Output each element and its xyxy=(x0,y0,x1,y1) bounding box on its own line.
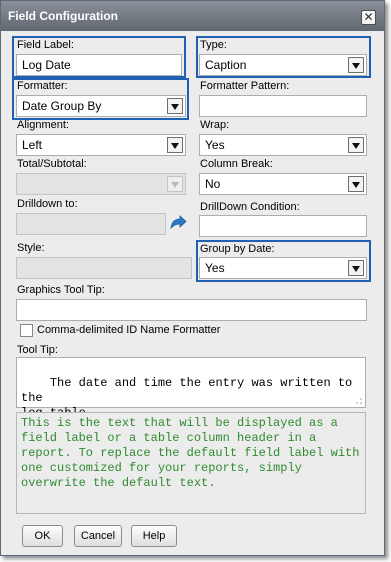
group-by-date-value: Yes xyxy=(205,261,225,275)
field-description-text: This is the text that will be displayed … xyxy=(16,412,366,514)
cancel-button[interactable]: Cancel xyxy=(74,525,122,547)
tooltip-textarea[interactable]: The date and time the entry was written … xyxy=(16,357,366,420)
graphics-tooltip-label: Graphics Tool Tip: xyxy=(17,284,105,296)
type-select[interactable]: Caption xyxy=(199,54,367,76)
formatter-select[interactable]: Date Group By xyxy=(16,95,186,117)
drilldown-arrow-icon[interactable] xyxy=(169,214,187,230)
close-icon: ✕ xyxy=(363,10,374,24)
field-configuration-dialog: Field Configuration ✕ Field Label: Log D… xyxy=(0,0,385,556)
comma-delimited-label: Comma-delimited ID Name Formatter xyxy=(37,324,221,336)
column-break-value: No xyxy=(205,177,221,191)
formatter-label: Formatter: xyxy=(17,80,68,92)
chevron-down-icon[interactable] xyxy=(348,176,364,192)
group-by-date-label: Group by Date: xyxy=(200,243,275,255)
wrap-select[interactable]: Yes xyxy=(199,134,367,156)
wrap-label: Wrap: xyxy=(200,119,230,131)
alignment-value: Left xyxy=(22,138,43,152)
chevron-down-icon[interactable] xyxy=(348,137,364,153)
formatter-pattern-label: Formatter Pattern: xyxy=(200,80,290,92)
type-value: Caption xyxy=(205,58,247,72)
drilldown-condition-input[interactable] xyxy=(199,215,367,237)
group-by-date-select[interactable]: Yes xyxy=(199,257,367,279)
resize-grip-icon[interactable] xyxy=(355,397,363,405)
chevron-down-icon[interactable] xyxy=(348,260,364,276)
title-bar: Field Configuration ✕ xyxy=(1,1,384,31)
total-subtotal-label: Total/Subtotal: xyxy=(17,158,87,170)
formatter-value: Date Group By xyxy=(22,99,102,113)
chevron-down-icon xyxy=(167,176,183,192)
dialog-title: Field Configuration xyxy=(8,9,118,23)
formatter-pattern-input[interactable] xyxy=(199,95,367,117)
help-button[interactable]: Help xyxy=(131,525,177,547)
alignment-label: Alignment: xyxy=(17,119,69,131)
graphics-tooltip-input[interactable] xyxy=(16,299,367,321)
drilldown-to-label: Drilldown to: xyxy=(17,198,78,210)
style-input xyxy=(16,257,192,279)
drilldown-to-input xyxy=(16,213,166,235)
column-break-select[interactable]: No xyxy=(199,173,367,195)
field-label-input[interactable]: Log Date xyxy=(16,54,182,76)
tooltip-label: Tool Tip: xyxy=(17,344,58,356)
drilldown-condition-label: DrillDown Condition: xyxy=(200,201,300,213)
type-label: Type: xyxy=(200,39,227,51)
field-label-label: Field Label: xyxy=(17,39,74,51)
chevron-down-icon[interactable] xyxy=(167,137,183,153)
style-label: Style: xyxy=(17,242,45,254)
close-button[interactable]: ✕ xyxy=(361,10,376,25)
column-break-label: Column Break: xyxy=(200,158,273,170)
ok-button[interactable]: OK xyxy=(22,525,63,547)
alignment-select[interactable]: Left xyxy=(16,134,186,156)
chevron-down-icon[interactable] xyxy=(167,98,183,114)
chevron-down-icon[interactable] xyxy=(348,57,364,73)
comma-delimited-checkbox[interactable] xyxy=(20,324,33,337)
wrap-value: Yes xyxy=(205,138,225,152)
total-subtotal-select xyxy=(16,173,186,195)
